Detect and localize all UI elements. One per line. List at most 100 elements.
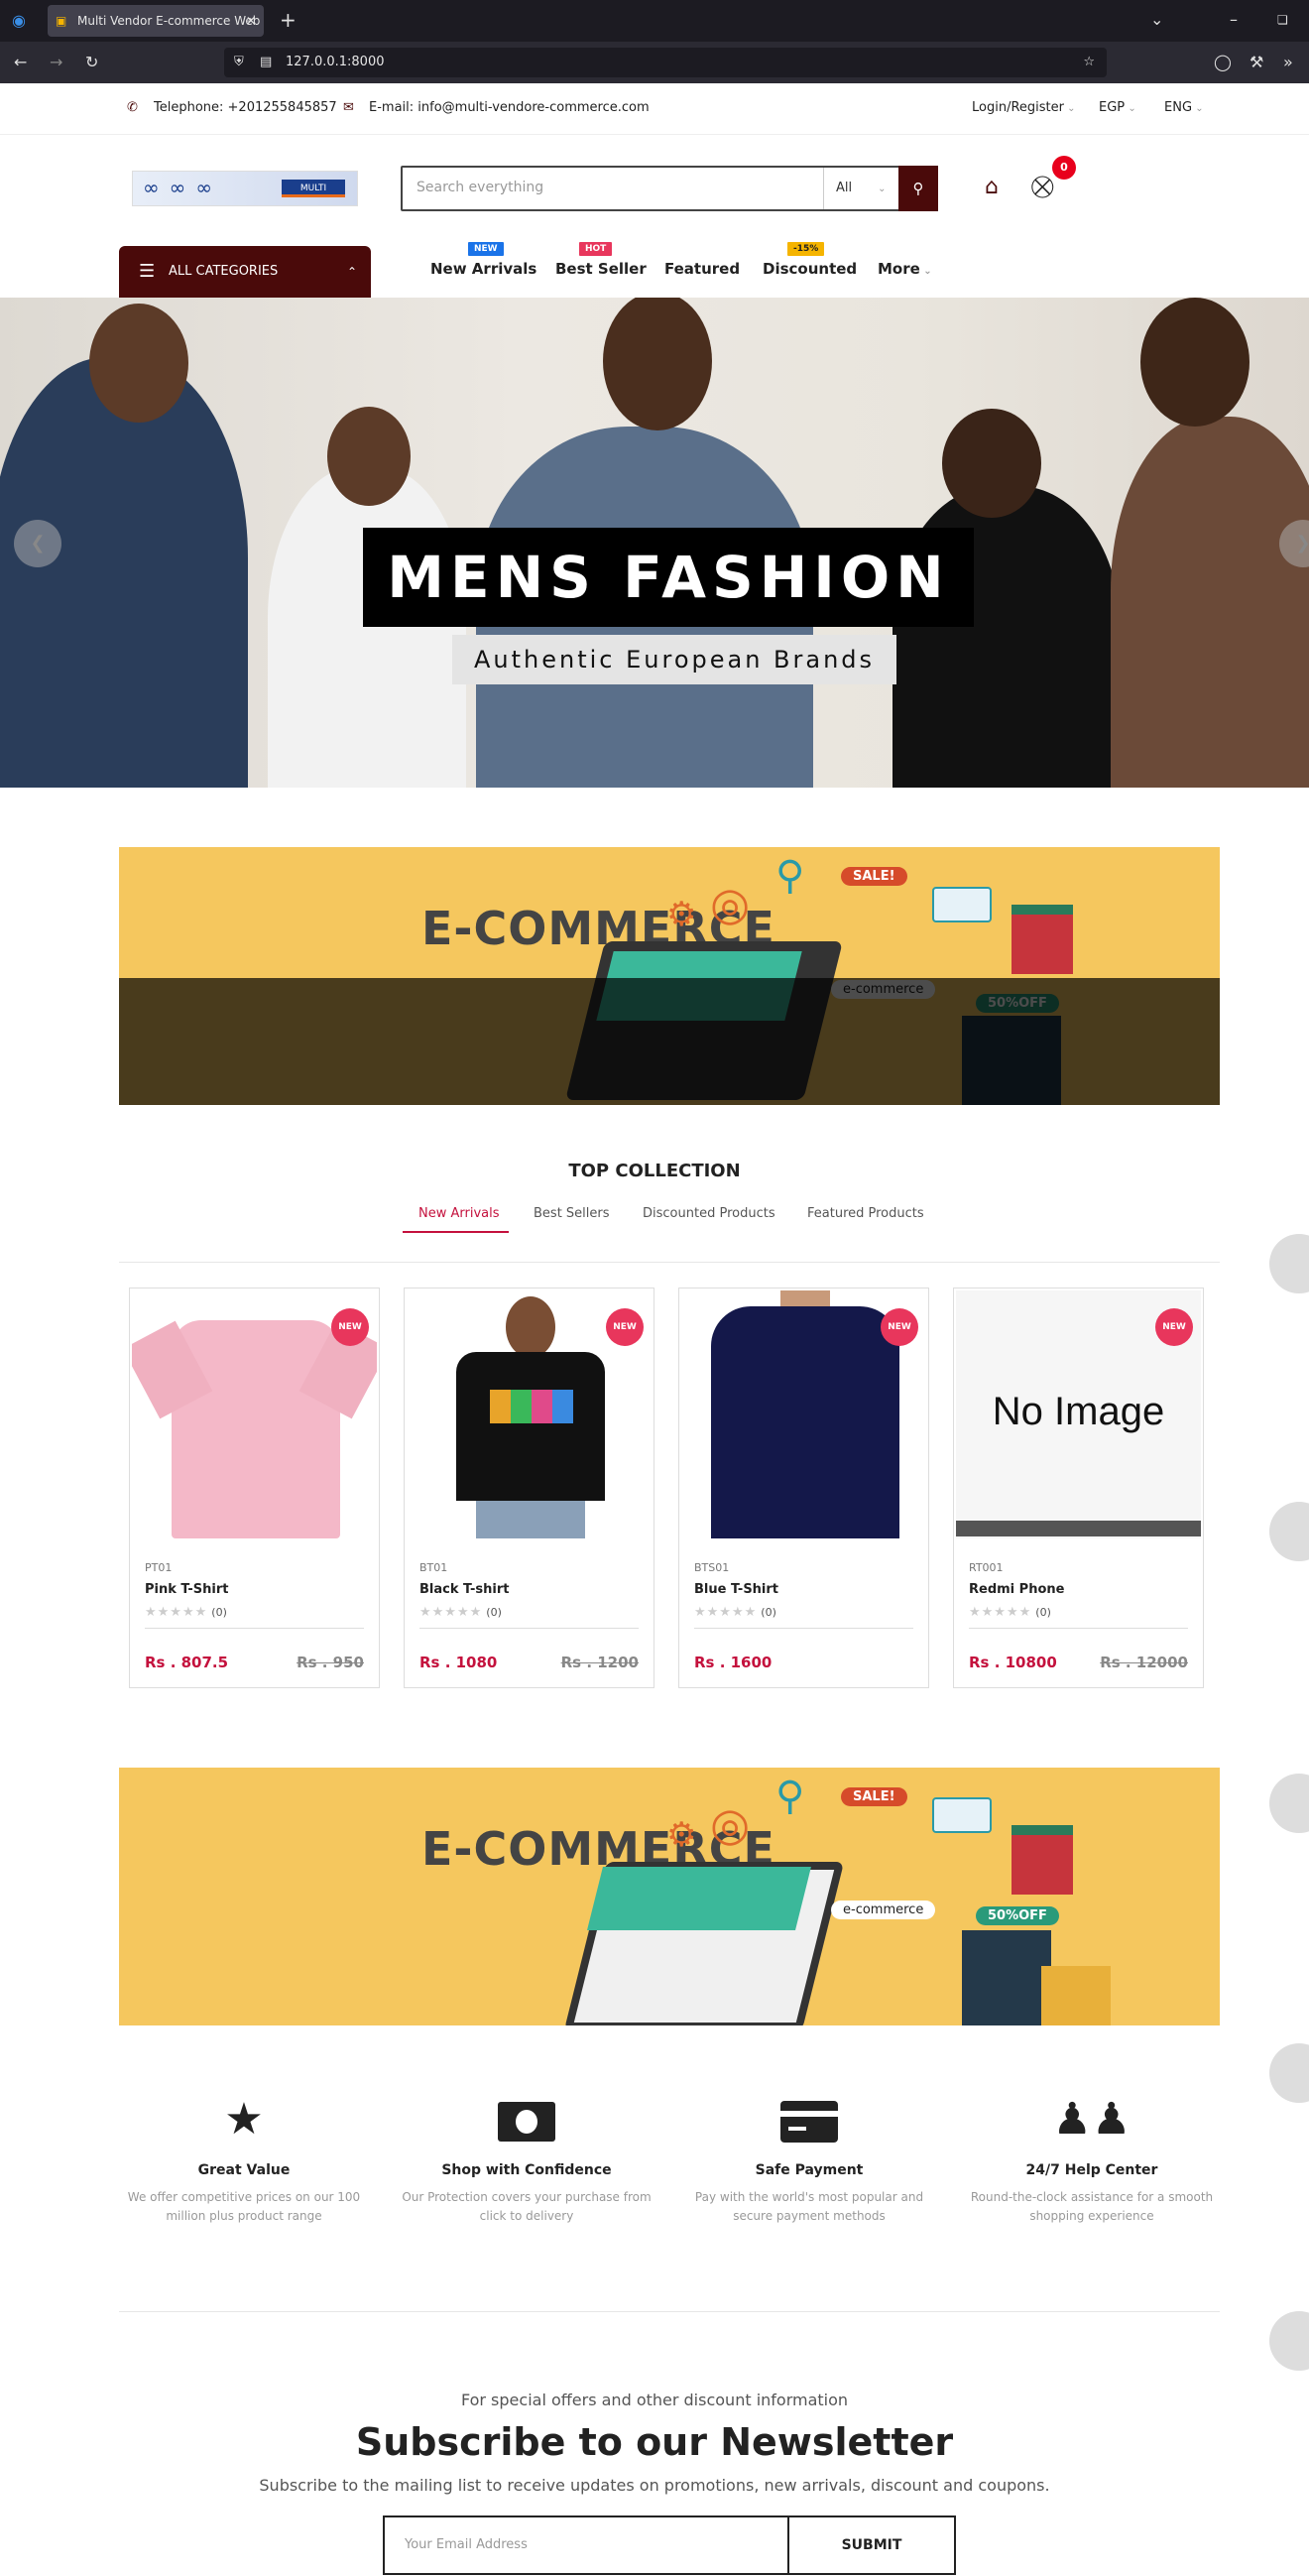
tab-best-sellers[interactable]: Best Sellers — [534, 1206, 610, 1221]
side-float-button[interactable] — [1269, 1234, 1309, 1293]
tools-icon[interactable]: ⚒ — [1250, 53, 1263, 72]
nav-badge-hot: HOT — [579, 242, 613, 256]
nav-more[interactable]: More — [878, 260, 932, 278]
pink-tshirt-shape — [172, 1320, 340, 1538]
hero-subtitle: Authentic European Brands — [452, 635, 896, 684]
section-divider — [119, 2311, 1220, 2312]
side-float-button[interactable] — [1269, 2311, 1309, 2371]
credit-card-icon — [680, 2093, 938, 2147]
side-float-button[interactable] — [1269, 1774, 1309, 1833]
product-price: Rs . 807.5 — [145, 1654, 229, 1671]
discount-off-tag: 50%OFF — [976, 1906, 1059, 1925]
extensions-icon[interactable]: » — [1283, 53, 1293, 72]
black-tshirt-shape — [456, 1352, 605, 1501]
new-badge: NEW — [1155, 1308, 1193, 1346]
search-category-value: All — [836, 181, 853, 195]
product-name[interactable]: Blue T-Shirt — [694, 1582, 778, 1597]
product-card[interactable]: NEW BT01 Black T-shirt ★★★★★ (0) Rs . 108… — [404, 1288, 654, 1688]
maximize-icon[interactable]: ❏ — [1277, 10, 1288, 30]
search-input[interactable]: Search everything — [416, 180, 543, 195]
product-price: Rs . 1080 — [419, 1654, 498, 1671]
side-float-button[interactable] — [1269, 2043, 1309, 2103]
firefox-icon: ◉ — [12, 11, 26, 30]
new-badge: NEW — [331, 1308, 369, 1346]
product-card[interactable]: NEW BTS01 Blue T-Shirt ★★★★★ (0) Rs . 160… — [678, 1288, 929, 1688]
login-register-link[interactable]: Login/Register — [972, 100, 1076, 115]
all-categories-label: ALL CATEGORIES — [169, 264, 279, 279]
reload-icon[interactable]: ↻ — [85, 53, 98, 72]
product-card[interactable]: NEW PT01 Pink T-Shirt ★★★★★ (0) Rs . 807.… — [129, 1288, 380, 1688]
sale-tag: SALE! — [841, 1787, 907, 1806]
promo-banner-bottom[interactable]: E-COMMERCE ⚙ ◎ ⚲ SALE! e-commerce 50%OFF — [119, 1768, 1220, 2025]
nav-best-seller[interactable]: Best Seller — [555, 260, 647, 278]
pocket-icon[interactable]: ◯ — [1214, 53, 1232, 72]
chevron-right-icon: ❯ — [1295, 533, 1309, 553]
shopping-bag-yellow-icon — [1041, 1966, 1111, 2025]
url-bar[interactable]: ⛨ ▤ 127.0.0.1:8000 ☆ — [224, 48, 1107, 77]
product-card[interactable]: No Image NEW RT001 Redmi Phone ★★★★★ (0) … — [953, 1288, 1204, 1688]
home-icon[interactable]: ⌂ — [985, 175, 999, 199]
hero-model-1 — [0, 357, 248, 788]
star-icon: ★ — [224, 2094, 264, 2145]
forward-icon[interactable]: → — [50, 53, 62, 72]
feature-safe-payment: Safe Payment Pay with the world's most p… — [680, 2093, 938, 2226]
bookmark-star-icon[interactable]: ☆ — [1083, 48, 1095, 77]
minimize-icon[interactable]: – — [1230, 10, 1238, 30]
product-price: Rs . 1600 — [694, 1654, 773, 1671]
all-categories-button[interactable]: ☰ ALL CATEGORIES ⌃ — [119, 246, 371, 298]
feature-great-value: ★ Great Value We offer competitive price… — [115, 2093, 373, 2226]
browser-nav-bar: ← → ↻ ⛨ ▤ 127.0.0.1:8000 ☆ ◯ ⚒ » — [0, 42, 1309, 83]
envelope-icon: ✉ — [343, 100, 354, 115]
tab-list-icon[interactable]: ⌄ — [1150, 10, 1163, 30]
url-text: 127.0.0.1:8000 — [286, 55, 385, 69]
language-select[interactable]: ENG — [1164, 100, 1204, 115]
tab-featured-products[interactable]: Featured Products — [807, 1206, 924, 1221]
currency-select[interactable]: EGP — [1099, 100, 1136, 115]
slider-prev-button[interactable]: ❮ — [14, 520, 61, 567]
gift-icon — [1012, 1825, 1073, 1895]
gear-icon: ⚙ — [666, 895, 697, 934]
cart-icon[interactable]: ⛒ — [1031, 175, 1053, 199]
nav-discounted[interactable]: Discounted — [763, 260, 857, 278]
nav-new-arrivals[interactable]: New Arrivals — [430, 260, 536, 278]
product-price: Rs . 10800 — [969, 1654, 1057, 1671]
magnifier-icon: ⚲ — [775, 1774, 805, 1819]
feature-title: 24/7 Help Center — [1025, 2162, 1158, 2178]
feature-desc: Round-the-clock assistance for a smooth … — [970, 2190, 1214, 2223]
product-name[interactable]: Redmi Phone — [969, 1582, 1064, 1597]
search-icon: ⚲ — [912, 180, 924, 197]
new-badge: NEW — [881, 1308, 918, 1346]
new-tab-icon[interactable]: + — [280, 10, 297, 30]
users-icon: ♟♟ — [1052, 2094, 1131, 2145]
search-button[interactable]: ⚲ — [898, 166, 938, 211]
site-logo[interactable]: MULTI ∞∞∞ — [132, 171, 358, 206]
active-tab-underline — [403, 1231, 509, 1233]
product-name[interactable]: Black T-shirt — [419, 1582, 509, 1597]
money-icon — [398, 2093, 655, 2147]
tab-discounted-products[interactable]: Discounted Products — [643, 1206, 775, 1221]
feature-desc: Our Protection covers your purchase from… — [402, 2190, 652, 2223]
nav-badge-new: NEW — [468, 242, 504, 256]
tabs-divider — [119, 1262, 1220, 1263]
hero-model-4-head — [942, 409, 1041, 518]
hero-title: MENS FASHION — [363, 528, 974, 627]
nav-featured[interactable]: Featured — [664, 260, 740, 278]
shield-icon: ⛨ — [234, 55, 244, 69]
product-name[interactable]: Pink T-Shirt — [145, 1582, 228, 1597]
rating-stars: ★★★★★ (0) — [145, 1605, 227, 1620]
magnifier-icon: ⚲ — [775, 853, 805, 899]
credit-card-illustration-icon — [932, 887, 992, 922]
top-collection-title: TOP COLLECTION — [568, 1161, 741, 1181]
search-category-select[interactable]: All ⌄ — [823, 168, 900, 209]
back-icon[interactable]: ← — [14, 53, 27, 72]
promo-banner-top[interactable]: E-COMMERCE ⚙ ◎ ⚲ SALE! e-commerce 50%OFF — [119, 847, 1220, 1105]
tab-new-arrivals[interactable]: New Arrivals — [418, 1206, 500, 1221]
product-sku: PT01 — [145, 1561, 173, 1574]
newsletter-submit-button[interactable]: SUBMIT — [789, 2517, 954, 2573]
newsletter-email-input[interactable]: Your Email Address — [385, 2517, 789, 2573]
tab-close-icon[interactable]: ✕ — [246, 5, 256, 37]
globe-icon: ◎ — [710, 877, 751, 930]
tab-title: Multi Vendor E-commerce Web — [77, 14, 261, 28]
browser-tab[interactable]: ▣ Multi Vendor E-commerce Web ✕ — [48, 5, 264, 37]
side-float-button[interactable] — [1269, 1502, 1309, 1561]
